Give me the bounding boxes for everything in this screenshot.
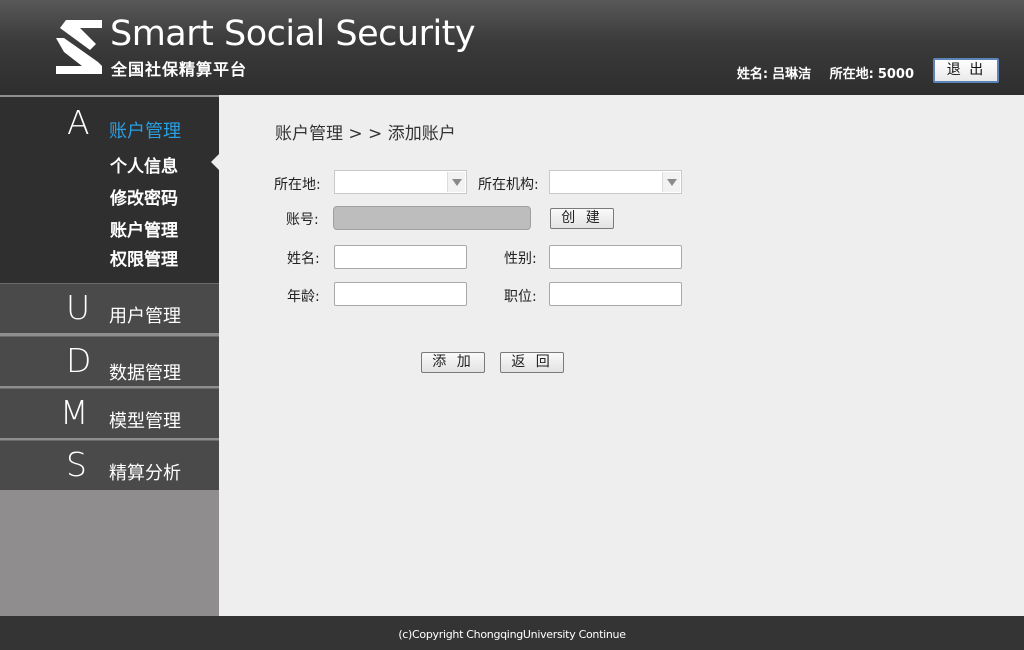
sidebar-item-change-password[interactable]: 修改密码: [110, 184, 178, 209]
name-label: 姓名:: [287, 251, 320, 267]
age-label: 年龄:: [287, 289, 320, 305]
user-location-label: 所在地:: [829, 67, 874, 82]
org-label: 所在机构:: [478, 177, 539, 193]
location-label: 所在地:: [274, 177, 321, 193]
account-label: 账号:: [286, 212, 319, 228]
app-title: Smart Social Security: [110, 14, 476, 54]
sidebar-letter-s: S: [66, 445, 87, 484]
app-header: Smart Social Security 全国社保精算平台 姓名: 吕琳洁 所在…: [0, 0, 1024, 95]
breadcrumb: 账户管理 > > 添加账户: [275, 124, 456, 144]
gender-field[interactable]: [549, 245, 682, 269]
dropdown-arrow-icon: [447, 172, 465, 192]
add-button[interactable]: 添 加: [421, 352, 485, 373]
sidebar-letter-u: U: [66, 288, 91, 327]
dropdown-arrow-icon: [662, 172, 680, 192]
app-subtitle: 全国社保精算平台: [111, 60, 248, 79]
sidebar-section-user-label: 用户管理: [109, 306, 181, 327]
position-field[interactable]: [549, 282, 682, 306]
account-field: [333, 206, 531, 230]
ss-logo-icon: [56, 20, 102, 74]
sidebar-item-personal-info[interactable]: 个人信息: [110, 152, 178, 177]
create-button[interactable]: 创 建: [550, 208, 614, 229]
sidebar-section-user[interactable]: U 用户管理: [0, 283, 219, 333]
gender-label: 性别:: [504, 251, 537, 267]
sidebar-section-analysis[interactable]: S 精算分析: [0, 440, 219, 490]
sidebar-item-permission-manage[interactable]: 权限管理: [110, 245, 178, 270]
sidebar-section-data[interactable]: D 数据管理: [0, 336, 219, 386]
user-info: 姓名: 吕琳洁 所在地: 5000: [733, 63, 914, 82]
active-caret-icon: [211, 153, 220, 171]
logout-button[interactable]: 退 出: [933, 58, 999, 83]
sidebar-section-model-label: 模型管理: [109, 411, 181, 432]
sidebar-letter-m: M: [60, 393, 89, 432]
sidebar-section-analysis-label: 精算分析: [109, 463, 181, 484]
org-select[interactable]: [549, 170, 682, 194]
sidebar: A 账户管理 个人信息 修改密码 账户管理 权限管理 U 用户管理 D 数据管理…: [0, 95, 220, 616]
name-field[interactable]: [334, 245, 467, 269]
sidebar-section-account-label[interactable]: 账户管理: [109, 117, 181, 143]
sidebar-section-model[interactable]: M 模型管理: [0, 388, 219, 438]
sidebar-section-data-label: 数据管理: [109, 363, 181, 384]
sidebar-letter-d: D: [66, 341, 92, 380]
location-select[interactable]: [334, 170, 467, 194]
footer-copyright: (c)Copyright ChongqingUniversity Continu…: [0, 616, 1024, 650]
sidebar-letter-a: A: [67, 103, 90, 142]
user-name-label: 姓名:: [736, 67, 769, 82]
user-name-value: 吕琳洁: [772, 67, 812, 82]
back-button[interactable]: 返 回: [500, 352, 564, 373]
sidebar-section-account: A 账户管理 个人信息 修改密码 账户管理 权限管理: [0, 97, 220, 283]
position-label: 职位:: [504, 289, 537, 305]
sidebar-item-account-manage[interactable]: 账户管理: [110, 216, 178, 241]
age-field[interactable]: [334, 282, 467, 306]
user-location-value: 5000: [877, 67, 914, 82]
